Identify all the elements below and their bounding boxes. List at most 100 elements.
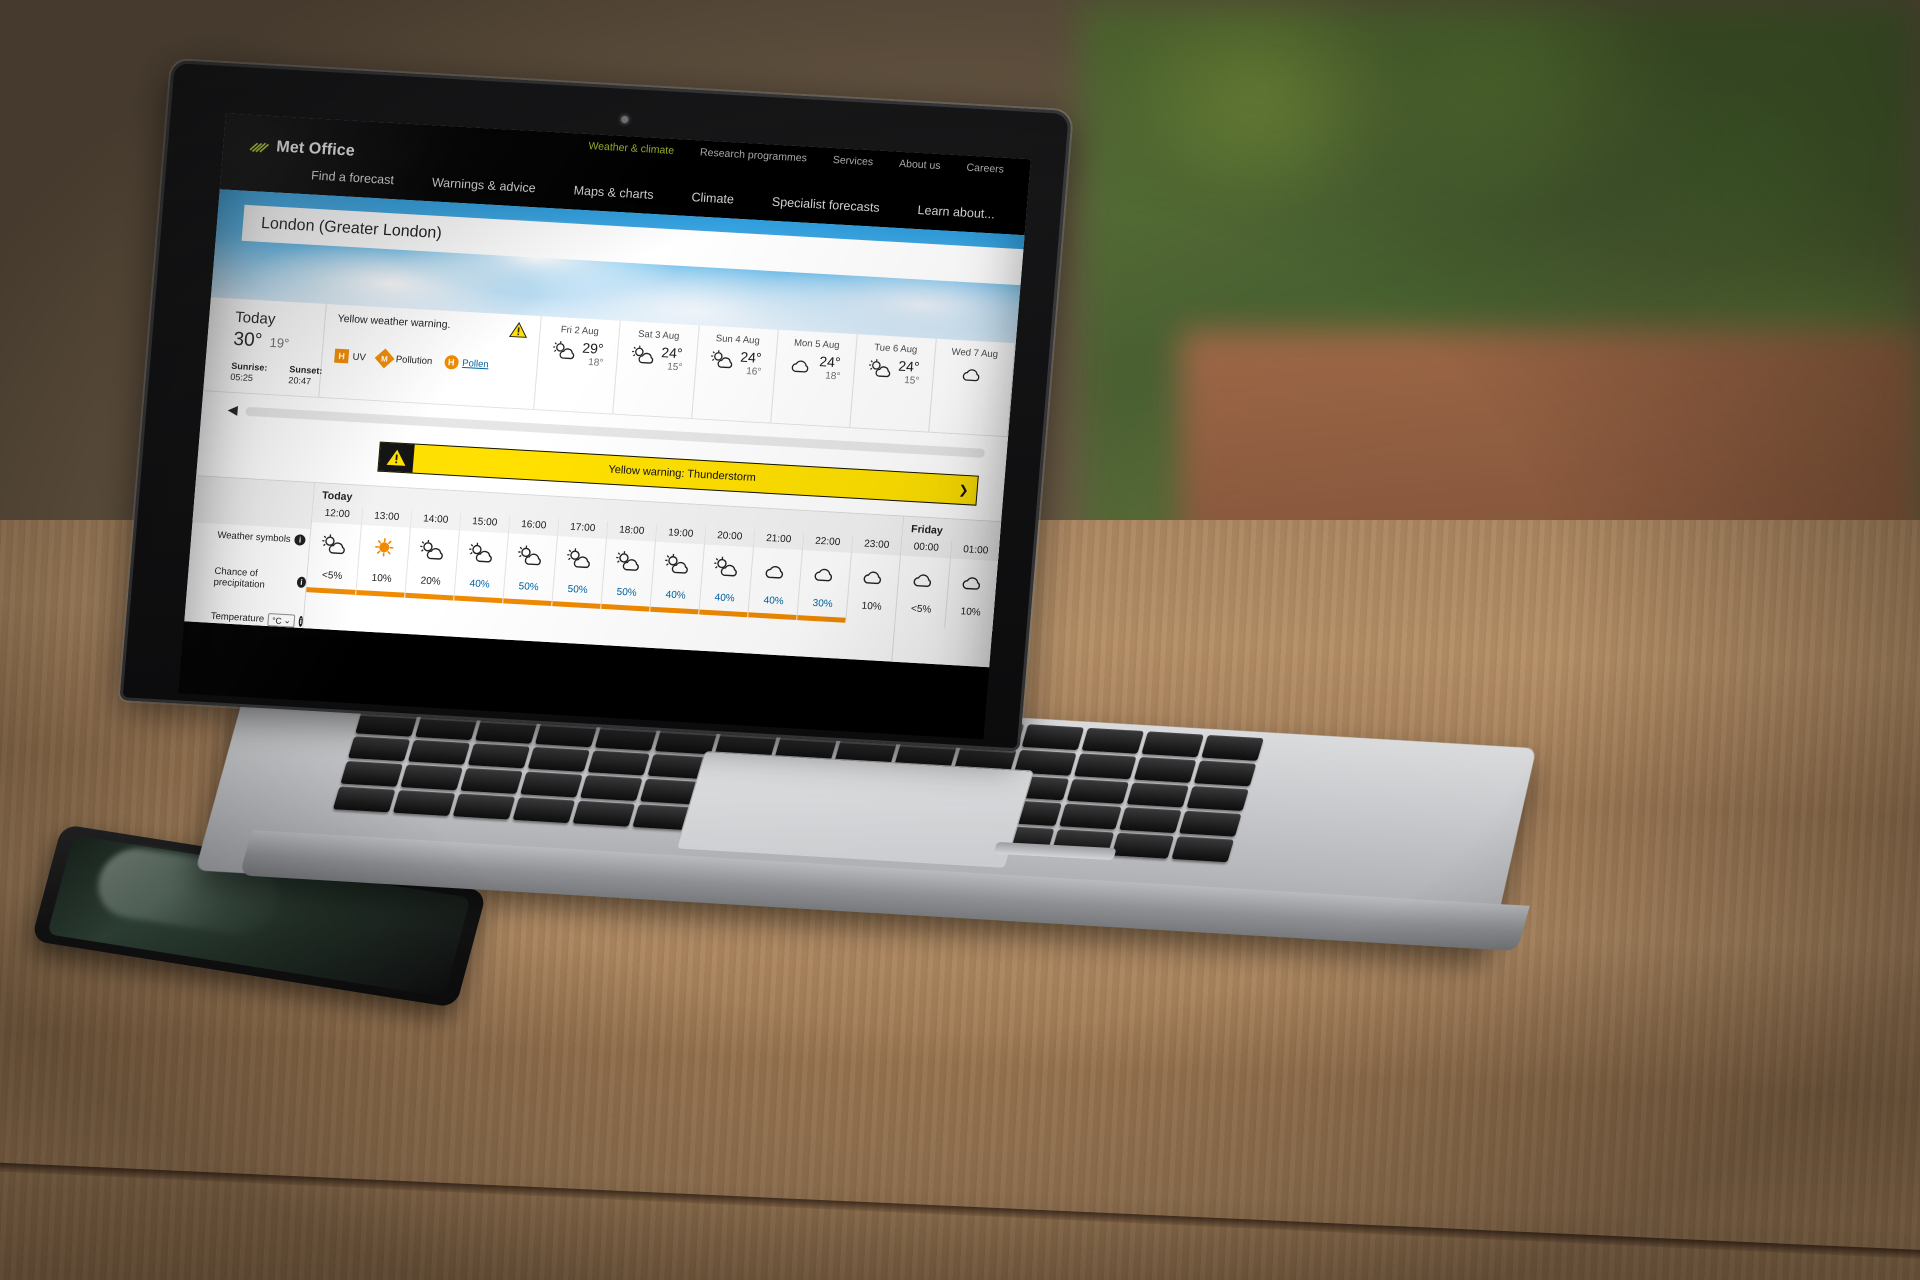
day-name: Tue 6 Aug — [860, 341, 931, 356]
hour-cell[interactable]: 16:00 50% — [502, 515, 558, 606]
nav-maps-charts[interactable]: Maps & charts — [573, 183, 654, 202]
sunny-icon — [358, 525, 409, 570]
warning-triangle-icon — [509, 321, 529, 343]
sunny-intervals-icon — [505, 533, 556, 578]
sunny-intervals-icon — [456, 531, 507, 576]
trackpad[interactable] — [676, 751, 1034, 869]
weather-warning-card[interactable]: Yellow weather warning. H UV M Pollution… — [319, 304, 542, 409]
air-quality-indicators: H UV M Pollution H Pollen — [334, 349, 527, 374]
hour-cell[interactable]: 13:00 10% — [355, 507, 411, 598]
hour-cell[interactable]: 19:00 40% — [649, 524, 705, 615]
topnav-services[interactable]: Services — [832, 154, 873, 168]
day-max-temp: 24° — [898, 358, 920, 375]
met-office-logo[interactable]: Met Office — [249, 137, 356, 161]
hour-precip: 20% — [406, 570, 456, 596]
day-card[interactable]: Mon 5 Aug 24° 18° — [771, 330, 858, 428]
laptop: Weather & climate Research programmes Se… — [0, 0, 1920, 1280]
hour-cell[interactable]: 12:00 <5% — [306, 504, 362, 595]
hour-cell[interactable]: 17:00 50% — [551, 518, 607, 609]
hourly-group-cells: 00:00 <5% 01:00 10% 02:00 10% — [895, 538, 1031, 637]
met-office-website: Weather & climate Research programmes Se… — [184, 113, 1031, 667]
nav-climate[interactable]: Climate — [691, 190, 735, 206]
day-min-temp: 18° — [588, 358, 604, 369]
pollution-label: Pollution — [395, 354, 432, 367]
day-body: 24° 15° — [858, 356, 930, 387]
day-max-temp: 24° — [740, 349, 762, 366]
topnav-about-us[interactable]: About us — [899, 158, 941, 172]
day-body: 29° 18° — [542, 338, 614, 369]
today-temperatures: 30° 19° — [233, 329, 324, 356]
brand-name: Met Office — [276, 138, 356, 160]
day-max-temp: 24° — [661, 344, 683, 361]
day-card[interactable]: Wed 7 Aug — [929, 339, 1016, 437]
browser-viewport: Weather & climate Research programmes Se… — [178, 113, 1031, 739]
chevron-right-icon[interactable]: ❯ — [949, 475, 977, 504]
day-max-temp: 24° — [819, 353, 841, 370]
hour-cell[interactable]: 21:00 40% — [747, 529, 803, 620]
cloudy-icon — [848, 553, 899, 598]
hour-cell[interactable]: 02:00 10% — [993, 543, 1031, 634]
hour-temp-bar — [994, 626, 1031, 634]
day-name: Sun 4 Aug — [702, 332, 773, 347]
sunny-intervals-icon — [551, 340, 579, 366]
sunrise-label: Sunrise: — [231, 361, 268, 373]
sunset-label: Sunset: — [289, 364, 323, 376]
hour-precip: 50% — [602, 581, 652, 607]
cloudy-icon — [947, 559, 998, 604]
hour-precip: 50% — [553, 578, 603, 604]
nav-learn-about[interactable]: Learn about... — [917, 203, 995, 221]
day-body: 24° 15° — [621, 343, 693, 374]
hourly-group-today: Today 12:00 <5% 13:00 10% 14:00 20% 15:0… — [302, 483, 903, 662]
hourly-group-friday: Friday 00:00 <5% 01:00 10% 02:00 10% — [891, 517, 1031, 673]
info-icon[interactable]: i — [294, 534, 306, 546]
row-label-weather-symbols-text: Weather symbols — [217, 529, 291, 544]
day-card[interactable]: Sun 4 Aug 24° 16° — [692, 325, 779, 423]
day-body — [937, 361, 1009, 390]
pollution-badge: M — [375, 349, 395, 369]
hour-cell[interactable]: 22:00 30% — [796, 532, 852, 623]
sunny-intervals-icon — [652, 542, 703, 587]
hour-cell[interactable]: 01:00 10% — [944, 540, 1000, 631]
hour-cell[interactable]: 23:00 10% — [845, 535, 901, 626]
hour-cell[interactable]: 14:00 20% — [404, 510, 460, 601]
hour-cell[interactable]: 15:00 40% — [453, 512, 509, 603]
hour-cell[interactable]: 20:00 40% — [698, 526, 754, 617]
day-max-temp: 29° — [582, 340, 604, 357]
page-title: London (Greater London) — [260, 215, 442, 242]
hourly-row-labels: Weather symbols i Chance of precipitatio… — [184, 476, 314, 628]
hour-precip: 40% — [455, 573, 505, 599]
row-label-precipitation-text: Chance of precipitation — [213, 566, 294, 593]
day-temps: 29° 18° — [581, 341, 605, 370]
chevron-down-icon: ⌄ — [283, 615, 291, 626]
hour-precip: 40% — [700, 586, 750, 612]
slider-prev-icon[interactable]: ◀ — [227, 402, 238, 419]
temperature-unit-value: °C — [272, 615, 282, 626]
day-name: Sat 3 Aug — [623, 328, 694, 343]
day-min-temp: 16° — [746, 367, 762, 378]
sunrise: Sunrise: 05:25 — [230, 361, 268, 384]
day-temps: 24° 18° — [818, 354, 842, 383]
day-card[interactable]: Fri 2 Aug 29° 18° — [534, 316, 621, 414]
sunny-intervals-icon — [630, 345, 658, 371]
hour-precip: 10% — [847, 595, 897, 621]
hour-cell[interactable]: 00:00 <5% — [895, 538, 951, 629]
hour-precip: 30% — [798, 592, 848, 618]
nav-specialist-forecasts[interactable]: Specialist forecasts — [771, 195, 880, 215]
nav-find-a-forecast[interactable]: Find a forecast — [311, 168, 395, 187]
uv-badge: H — [334, 349, 349, 364]
pollen-link[interactable]: Pollen — [462, 357, 489, 370]
hour-cell[interactable]: 18:00 50% — [600, 521, 656, 612]
day-card[interactable]: Tue 6 Aug 24° 15° — [850, 334, 937, 432]
nav-warnings-advice[interactable]: Warnings & advice — [431, 175, 536, 195]
day-name: Wed 7 Aug — [939, 346, 1010, 361]
topnav-careers[interactable]: Careers — [966, 162, 1004, 176]
day-min-temp: 15° — [667, 362, 683, 373]
banner-warning-triangle-icon — [378, 443, 414, 473]
webcam-icon — [621, 116, 629, 123]
sunny-intervals-icon — [709, 349, 737, 375]
day-card[interactable]: Sat 3 Aug 24° 15° — [613, 321, 700, 419]
sunny-intervals-icon — [407, 528, 458, 573]
hour-precip: <5% — [896, 598, 947, 624]
temperature-unit-select[interactable]: °C ⌄ — [268, 613, 296, 628]
hour-precip: <5% — [307, 564, 358, 590]
